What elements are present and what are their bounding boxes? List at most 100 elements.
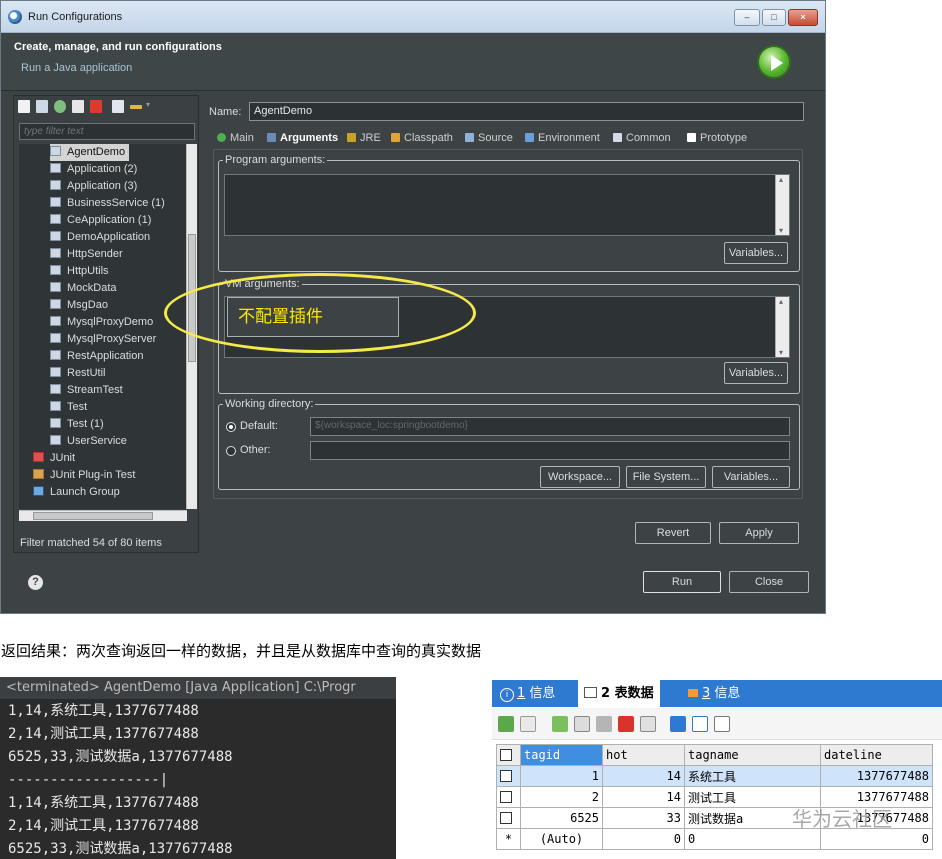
scrollbar-thumb[interactable]: [33, 512, 153, 520]
cell-hot[interactable]: 14: [602, 786, 685, 808]
select-all-checkbox[interactable]: [500, 749, 512, 761]
program-variables-button[interactable]: Variables...: [724, 242, 788, 264]
program-arguments-textarea[interactable]: [224, 174, 790, 236]
tree-item[interactable]: CeApplication (1): [50, 212, 151, 229]
cell-tagname[interactable]: 系统工具: [684, 765, 821, 787]
tree-item[interactable]: Test: [50, 399, 87, 416]
tree-item[interactable]: MysqlProxyDemo: [50, 314, 153, 331]
copy-icon[interactable]: [574, 716, 590, 732]
other-radio[interactable]: [226, 446, 236, 456]
table-row[interactable]: 1 14 系统工具 1377677488: [496, 765, 933, 787]
new-prototype-icon[interactable]: [36, 100, 48, 113]
save-icon[interactable]: [596, 716, 612, 732]
form-view-icon[interactable]: [692, 716, 708, 732]
tree-item[interactable]: MysqlProxyServer: [50, 331, 156, 348]
row-checkbox[interactable]: [500, 770, 512, 782]
tree-item[interactable]: MsgDao: [50, 297, 108, 314]
delete-row-icon[interactable]: [618, 716, 634, 732]
filter-input[interactable]: type filter text: [19, 123, 195, 140]
tab-arguments[interactable]: Arguments: [267, 128, 338, 148]
run-button[interactable]: Run: [643, 571, 721, 593]
cell-tagid[interactable]: 6525: [520, 807, 603, 829]
maximize-button[interactable]: □: [762, 9, 786, 26]
tree-item[interactable]: Test (1): [50, 416, 104, 433]
tab-main[interactable]: Main: [217, 128, 254, 148]
close-button[interactable]: Close: [729, 571, 809, 593]
vm-variables-button[interactable]: Variables...: [724, 362, 788, 384]
column-header-dateline[interactable]: dateline: [820, 744, 933, 766]
cell-tagid[interactable]: 1: [520, 765, 603, 787]
cell-hot[interactable]: 14: [602, 765, 685, 787]
stop-icon[interactable]: [640, 716, 656, 732]
tree-item[interactable]: Application (3): [50, 178, 137, 195]
help-icon[interactable]: ?: [28, 575, 43, 590]
tab-prototype[interactable]: Prototype: [687, 128, 747, 148]
tree-item[interactable]: HttpUtils: [50, 263, 109, 280]
column-header-hot[interactable]: hot: [602, 744, 685, 766]
textarea-scrollbar[interactable]: [775, 175, 789, 235]
apply-button[interactable]: Apply: [719, 522, 799, 544]
tree-item[interactable]: UserService: [50, 433, 127, 450]
tree-group-junit[interactable]: JUnit: [33, 450, 75, 467]
select-all-header[interactable]: [496, 744, 521, 766]
cell-tagid[interactable]: (Auto): [520, 828, 603, 850]
tab-jre[interactable]: JRE: [347, 128, 381, 148]
duplicate-icon[interactable]: [72, 100, 84, 113]
collapse-all-icon[interactable]: [112, 100, 124, 113]
row-checkbox[interactable]: [500, 812, 512, 824]
cell-hot[interactable]: 33: [602, 807, 685, 829]
working-dir-variables-button[interactable]: Variables...: [712, 466, 790, 488]
file-system-button[interactable]: File System...: [626, 466, 706, 488]
tree-item[interactable]: MockData: [50, 280, 117, 297]
cell-dateline[interactable]: 1377677488: [820, 765, 933, 787]
tab-info-3[interactable]: 3 信息: [688, 680, 740, 707]
tree-horizontal-scrollbar[interactable]: [19, 510, 187, 521]
cell-tagid[interactable]: 2: [520, 786, 603, 808]
row-checkbox-cell[interactable]: [496, 807, 521, 829]
tree-item[interactable]: RestUtil: [50, 365, 106, 382]
tree-item[interactable]: BusinessService (1): [50, 195, 165, 212]
tab-table-data[interactable]: 2 表数据: [578, 680, 660, 707]
minimize-button[interactable]: –: [734, 9, 760, 26]
tree-group-launch-group[interactable]: Launch Group: [33, 484, 120, 501]
tree-group-junit-plugin[interactable]: JUnit Plug-in Test: [33, 467, 135, 484]
add-row-icon[interactable]: [498, 716, 514, 732]
chevron-down-icon[interactable]: ▾: [146, 100, 154, 113]
default-directory-input[interactable]: ${workspace_loc:springbootdemo}: [310, 417, 790, 436]
default-radio[interactable]: [226, 422, 236, 432]
tab-environment[interactable]: Environment: [525, 128, 600, 148]
row-checkbox-cell[interactable]: [496, 765, 521, 787]
export-icon[interactable]: [54, 100, 66, 113]
new-configuration-icon[interactable]: [18, 100, 30, 113]
name-input[interactable]: AgentDemo: [249, 102, 804, 121]
tree-item[interactable]: Application (2): [50, 161, 137, 178]
close-window-button[interactable]: ×: [788, 9, 818, 26]
revert-button[interactable]: Revert: [635, 522, 711, 544]
grid-view-icon[interactable]: [670, 716, 686, 732]
tree-item[interactable]: StreamTest: [50, 382, 123, 399]
commit-icon[interactable]: [552, 716, 568, 732]
text-view-icon[interactable]: [714, 716, 730, 732]
row-checkbox[interactable]: [500, 791, 512, 803]
java-app-icon: [50, 180, 61, 190]
tree-item[interactable]: RestApplication: [50, 348, 143, 365]
tree-item[interactable]: HttpSender: [50, 246, 123, 263]
delete-icon[interactable]: [90, 100, 102, 113]
configuration-tree: AgentDemo Application (2) Application (3…: [19, 144, 187, 509]
tab-common[interactable]: Common: [613, 128, 671, 148]
tab-classpath[interactable]: Classpath: [391, 128, 453, 148]
column-header-tagname[interactable]: tagname: [684, 744, 821, 766]
cell-hot[interactable]: 0: [602, 828, 685, 850]
tree-item-agentdemo[interactable]: AgentDemo: [50, 144, 130, 161]
tab-source[interactable]: Source: [465, 128, 513, 148]
other-directory-input[interactable]: [310, 441, 790, 460]
filter-arrow-icon[interactable]: [130, 105, 142, 109]
row-checkbox-cell[interactable]: [496, 786, 521, 808]
tree-item[interactable]: DemoApplication: [50, 229, 150, 246]
java-app-icon: [50, 163, 61, 173]
add-row-dropdown-icon[interactable]: [520, 716, 536, 732]
workspace-button[interactable]: Workspace...: [540, 466, 620, 488]
textarea-scrollbar[interactable]: [775, 297, 789, 357]
tab-info-1[interactable]: i1 信息: [500, 680, 555, 707]
column-header-tagid[interactable]: tagid: [520, 744, 603, 766]
